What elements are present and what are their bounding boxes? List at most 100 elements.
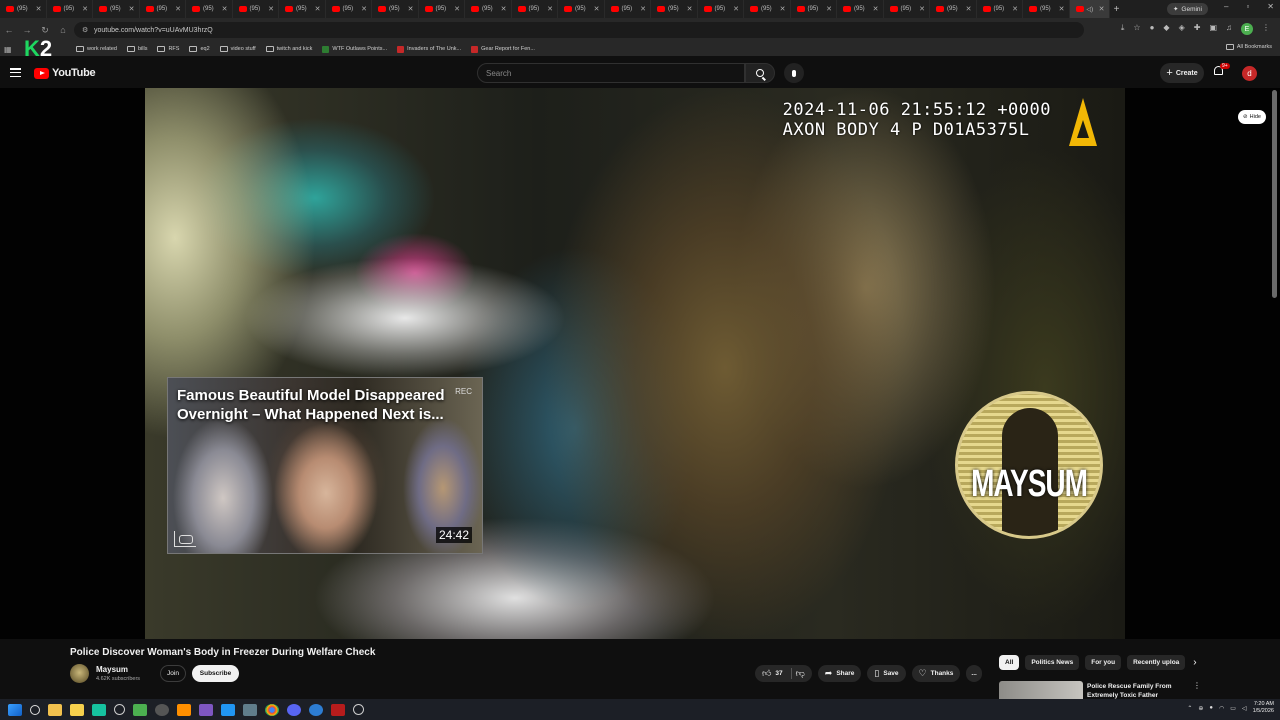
close-tab-icon[interactable]: ✕ (1099, 5, 1105, 13)
close-tab-icon[interactable]: ✕ (733, 5, 739, 13)
minimize-icon[interactable]: – (1224, 2, 1228, 11)
browser-menu-icon[interactable]: ⋮ (1262, 23, 1270, 35)
browser-tab[interactable]: (95) ✕ (605, 0, 651, 18)
browser-tab[interactable]: (95) ✕ (419, 0, 465, 18)
media-icon[interactable]: ♫ (1226, 23, 1232, 35)
app-icon[interactable] (92, 703, 106, 716)
bookmark-item[interactable]: twitch and kick (265, 46, 312, 52)
close-tab-icon[interactable]: ✕ (687, 5, 693, 13)
app-icon[interactable] (133, 703, 147, 716)
hamburger-menu-icon[interactable] (10, 68, 21, 77)
close-tab-icon[interactable]: ✕ (640, 5, 646, 13)
gemini-button[interactable]: ✦ Gemini (1166, 3, 1208, 15)
close-tab-icon[interactable]: ✕ (315, 5, 321, 13)
browser-tab[interactable]: (95) ✕ (279, 0, 326, 18)
close-tab-icon[interactable]: ✕ (129, 5, 135, 13)
close-tab-icon[interactable]: ✕ (873, 5, 879, 13)
app-icon[interactable] (331, 703, 345, 716)
site-info-icon[interactable]: ⚙ (82, 26, 88, 34)
recommended-thumbnail[interactable] (999, 681, 1083, 699)
close-tab-icon[interactable]: ✕ (408, 5, 414, 13)
close-tab-icon[interactable]: ✕ (82, 5, 88, 13)
browser-tab[interactable]: (95) ✕ (558, 0, 605, 18)
recommended-title[interactable]: Police Rescue Family From Extremely Toxi… (1087, 682, 1187, 699)
chip-recently-uploaded[interactable]: Recently uploa (1127, 655, 1186, 670)
extensions-puzzle-icon[interactable]: ✚ (1194, 23, 1201, 35)
bookmark-item[interactable]: RFS (157, 46, 179, 52)
browser-tab[interactable]: (95) ✕ (186, 0, 233, 18)
browser-tab[interactable]: (95) ✕ (977, 0, 1023, 18)
bookmark-item[interactable]: WTF Outlaws Points... (322, 45, 387, 53)
endscreen-video-card[interactable]: Famous Beautiful Model Disappeared Overn… (167, 377, 483, 554)
browser-tab[interactable]: (95) ✕ (372, 0, 419, 18)
network-icon[interactable]: ⊕ (1198, 705, 1203, 712)
obs-icon[interactable] (353, 704, 364, 715)
subscribe-button[interactable]: Subscribe (192, 665, 239, 682)
voice-search-button[interactable] (784, 63, 804, 83)
browser-tab[interactable]: (95) ✕ (93, 0, 140, 18)
bookmark-star-icon[interactable]: ☆ (1133, 23, 1140, 35)
video-frame[interactable]: 2024-11-06 21:55:12 +0000 AXON BODY 4 P … (145, 88, 1125, 639)
close-tab-icon[interactable]: ✕ (175, 5, 181, 13)
close-tab-icon[interactable]: ✕ (1059, 5, 1065, 13)
chip-for-you[interactable]: For you (1085, 655, 1122, 670)
settings-icon[interactable] (114, 704, 125, 715)
all-bookmarks-button[interactable]: All Bookmarks (1225, 44, 1272, 50)
display-icon[interactable]: ▭ (1230, 705, 1236, 712)
sidepanel-icon[interactable]: ▣ (1209, 23, 1217, 35)
close-tab-icon[interactable]: ✕ (361, 5, 367, 13)
close-tab-icon[interactable]: ✕ (594, 5, 600, 13)
wifi-icon[interactable]: ◠ (1219, 705, 1224, 712)
thumbs-down-icon[interactable]: 👎︎ (796, 668, 805, 679)
account-avatar[interactable]: d (1242, 66, 1257, 81)
install-icon[interactable]: ⤓ (1121, 23, 1125, 35)
steam-icon[interactable] (155, 703, 169, 716)
volume-icon[interactable]: ◁ (1242, 705, 1247, 712)
close-tab-icon[interactable]: ✕ (454, 5, 460, 13)
browser-tab[interactable]: (95) ✕ (837, 0, 884, 18)
youtube-logo[interactable]: YouTube (34, 67, 96, 79)
like-button[interactable]: 👍︎ 37 👎︎ (755, 665, 812, 682)
bookmark-item[interactable]: work related (76, 46, 117, 52)
close-tab-icon[interactable]: ✕ (919, 5, 925, 13)
address-bar[interactable]: ⚙ youtube.com/watch?v=uUAvMU3hrzQ (74, 22, 1084, 38)
bookmark-item[interactable]: bills (126, 46, 147, 52)
channel-watermark[interactable]: MAYSUM (955, 391, 1103, 539)
channel-name[interactable]: Maysum (96, 665, 128, 674)
browser-tab[interactable]: (95) ✕ (744, 0, 791, 18)
close-tab-icon[interactable]: ✕ (826, 5, 832, 13)
close-tab-icon[interactable]: ✕ (780, 5, 786, 13)
vlc-icon[interactable] (177, 703, 191, 716)
close-tab-icon[interactable]: ✕ (547, 5, 553, 13)
windows-start-icon[interactable] (8, 703, 22, 716)
back-icon[interactable]: ← (0, 25, 18, 35)
channel-avatar[interactable] (70, 664, 89, 683)
close-tab-icon[interactable]: ✕ (1012, 5, 1018, 13)
close-tab-icon[interactable]: ✕ (222, 5, 228, 13)
bookmark-item[interactable]: eq2 (189, 46, 210, 52)
bookmark-item[interactable]: video stuff (219, 46, 256, 52)
maximize-icon[interactable]: ▫ (1246, 2, 1249, 11)
close-tab-icon[interactable]: ✕ (501, 5, 507, 13)
browser-tab[interactable]: (95) ✕ (465, 0, 512, 18)
chevron-right-icon[interactable]: › (1193, 657, 1196, 668)
app-icon[interactable] (199, 703, 213, 716)
bookmark-item[interactable]: Invaders of The Unk... (397, 45, 461, 53)
close-tab-icon[interactable]: ✕ (268, 5, 274, 13)
close-window-icon[interactable]: ✕ (1267, 2, 1274, 11)
share-button[interactable]: ➦ Share (817, 665, 862, 682)
recommended-more-icon[interactable]: ⋮ (1193, 681, 1201, 690)
browser-tab[interactable]: (95) ✕ (233, 0, 279, 18)
browser-tab[interactable]: (95) ✕ (930, 0, 977, 18)
close-tab-icon[interactable]: ✕ (966, 5, 972, 13)
discord-icon[interactable] (287, 703, 301, 716)
file-explorer-icon[interactable] (48, 703, 62, 716)
close-tab-icon[interactable]: ✕ (36, 5, 42, 13)
browser-tab[interactable]: (95) ✕ (326, 0, 372, 18)
video-player[interactable]: 2024-11-06 21:55:12 +0000 AXON BODY 4 P … (0, 88, 1280, 639)
speaker-icon[interactable]: ◁) (1087, 6, 1094, 13)
page-scrollbar[interactable] (1272, 90, 1277, 298)
save-button[interactable]: ▯ Save (867, 665, 906, 682)
taskbar-clock[interactable]: 7:20 AM 1/5/2026 (1253, 701, 1274, 715)
profile-icon[interactable]: E (1241, 23, 1253, 35)
